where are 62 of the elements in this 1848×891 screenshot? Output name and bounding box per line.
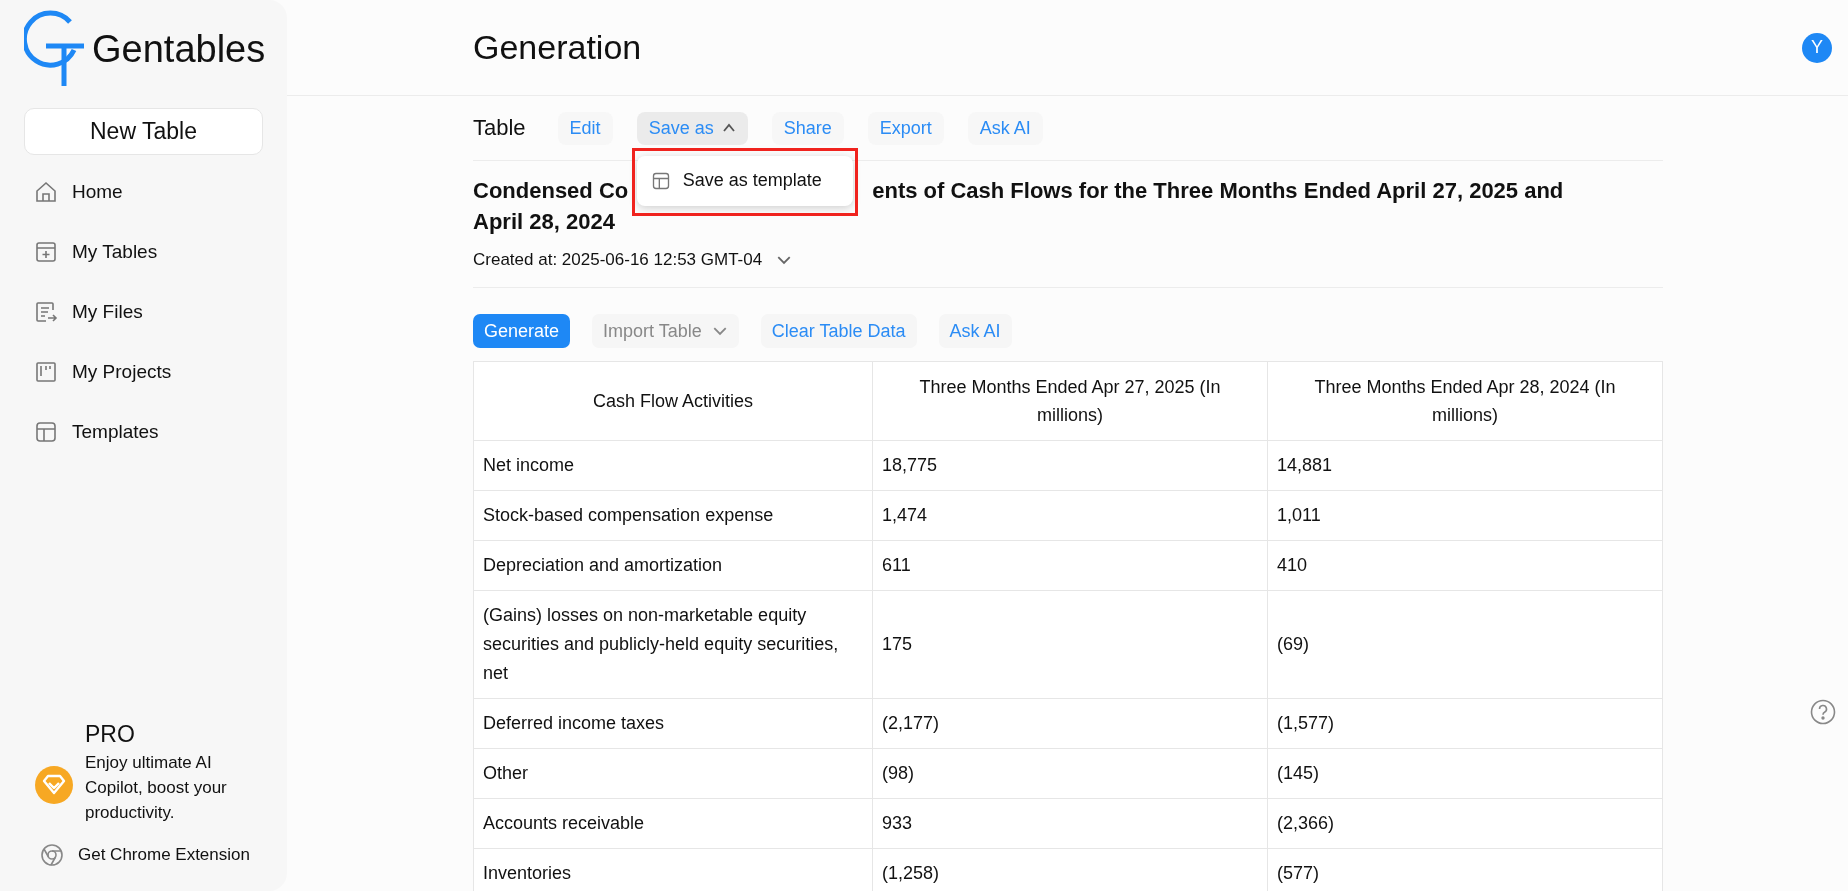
table-cell: (2,177) <box>872 698 1268 749</box>
table-cell: (1,577) <box>1267 698 1663 749</box>
column-header: Cash Flow Activities <box>473 361 873 441</box>
layout-icon <box>650 170 671 191</box>
board-icon <box>34 360 58 384</box>
add-table-icon <box>34 240 58 264</box>
table-cell: Stock-based compensation expense <box>473 490 873 541</box>
promo-title: PRO <box>85 721 136 748</box>
user-avatar[interactable]: Y <box>1802 32 1832 63</box>
table-cell: 18,775 <box>872 440 1268 491</box>
table-cell: Depreciation and amortization <box>473 540 873 591</box>
nav-item[interactable]: My Files <box>0 282 287 342</box>
promo-text: Enjoy ultimate AI Copilot, boost your productivity. <box>85 752 228 824</box>
logo-icon <box>24 10 86 86</box>
table-cell: Other <box>473 748 873 799</box>
table-cell: Accounts receivable <box>473 798 873 849</box>
layout-icon <box>34 420 58 444</box>
page-title: Generation <box>473 28 642 67</box>
column-header: Three Months Ended Apr 28, 2024 (In millions) <box>1267 361 1663 441</box>
action-button[interactable]: Generate <box>473 314 571 348</box>
created-at-text: Created at: 2025-06-16 12:53 GMT-04 <box>473 250 763 270</box>
new-table-button[interactable]: New Table <box>24 108 263 155</box>
toolbar-button[interactable]: Ask AI <box>967 111 1043 145</box>
section-label: Table <box>473 115 526 141</box>
table-cell: Inventories <box>473 848 873 891</box>
chrome-icon <box>40 843 64 867</box>
table-cell: 1,474 <box>872 490 1268 541</box>
document-title: April 28, 2024 <box>473 208 615 236</box>
nav-item[interactable]: Home <box>0 162 287 222</box>
nav-item[interactable]: Templates <box>0 402 287 462</box>
table-cell: 933 <box>872 798 1268 849</box>
toolbar-button[interactable]: Edit <box>557 111 613 145</box>
document-arrow-icon <box>34 300 58 324</box>
diamond-badge-icon <box>35 766 73 804</box>
table-cell: 1,011 <box>1267 490 1663 541</box>
document-title: ents of Cash Flows for the Three Months Ended April 27, 2025 and <box>872 177 1564 205</box>
action-button[interactable]: Import Table <box>592 314 739 348</box>
nav-item[interactable]: My Tables <box>0 222 287 282</box>
table-cell: (2,366) <box>1267 798 1663 849</box>
house-icon <box>34 180 58 204</box>
chrome-extension-link[interactable]: Get Chrome Extension <box>0 843 287 867</box>
table-cell: (145) <box>1267 748 1663 799</box>
action-button[interactable]: Ask AI <box>938 314 1012 348</box>
help-icon[interactable] <box>1810 699 1836 725</box>
table-cell: Deferred income taxes <box>473 698 873 749</box>
menu-item[interactable]: Save as template <box>636 170 822 191</box>
table-cell: 611 <box>872 540 1268 591</box>
column-header: Three Months Ended Apr 27, 2025 (In millions) <box>872 361 1268 441</box>
toolbar-button[interactable]: Share <box>771 111 844 145</box>
nav-item[interactable]: My Projects <box>0 342 287 402</box>
brand-name: Gentables <box>92 27 266 71</box>
document-title: Condensed Co <box>473 177 629 205</box>
table-cell: Net income <box>473 440 873 491</box>
action-button[interactable]: Clear Table Data <box>760 314 917 348</box>
table-cell: (98) <box>872 748 1268 799</box>
table-cell: 14,881 <box>1267 440 1663 491</box>
table-cell: 410 <box>1267 540 1663 591</box>
toolbar-button[interactable]: Export <box>867 111 944 145</box>
table-cell: (Gains) losses on non-marketable equity securities and publicly-held equity securities, net <box>473 590 873 699</box>
table-cell: 175 <box>872 590 1268 699</box>
toolbar-button[interactable]: Save as <box>636 111 748 145</box>
table-cell: (69) <box>1267 590 1663 699</box>
